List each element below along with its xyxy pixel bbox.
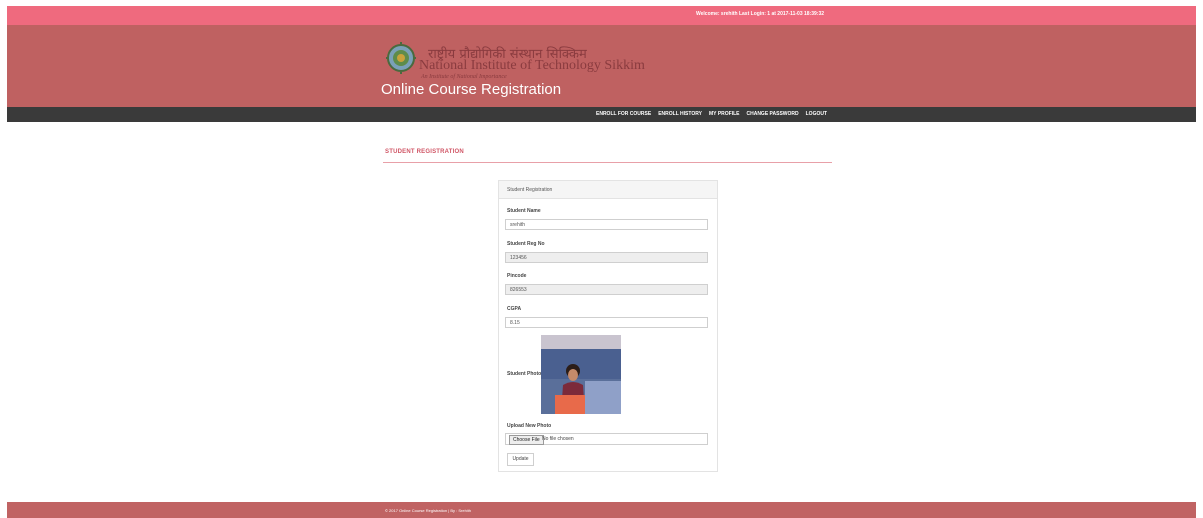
photo-file-input[interactable]: Choose File No file chosen xyxy=(505,433,708,445)
institute-subtitle: An Institute of National Importance xyxy=(421,74,507,80)
student-photo xyxy=(541,335,621,414)
institute-logo-icon xyxy=(386,42,416,74)
upload-photo-label: Upload New Photo xyxy=(507,423,552,429)
welcome-text: Welcome: srehith Last Login: 1 at 2017-1… xyxy=(696,11,825,17)
student-photo-label: Student Photo xyxy=(507,371,542,377)
panel-title: Student Registration xyxy=(507,187,553,193)
footer-text: © 2017 Online Course Registration | By :… xyxy=(385,508,472,513)
title-divider xyxy=(383,162,832,163)
choose-file-button[interactable]: Choose File xyxy=(509,435,544,445)
pincode-input[interactable] xyxy=(505,284,708,295)
reg-no-label: Student Reg No xyxy=(507,241,545,247)
update-button[interactable]: Update xyxy=(507,453,534,466)
file-status-text: No file chosen xyxy=(542,436,574,442)
cgpa-input[interactable] xyxy=(505,317,708,328)
footer: © 2017 Online Course Registration | By :… xyxy=(7,502,1196,518)
header: राष्ट्रीय प्रौद्योगिकी संस्थान सिक्किम N… xyxy=(7,25,1196,107)
nav-enroll-history[interactable]: ENROLL HISTORY xyxy=(658,111,702,117)
registration-panel: Student Registration Student Name Studen… xyxy=(498,180,718,472)
student-name-input[interactable] xyxy=(505,219,708,230)
page-title: STUDENT REGISTRATION xyxy=(385,149,464,155)
nav-enroll-for-course[interactable]: ENROLL FOR COURSE xyxy=(596,111,651,117)
nav-my-profile[interactable]: MY PROFILE xyxy=(709,111,739,117)
top-bar: Welcome: srehith Last Login: 1 at 2017-1… xyxy=(7,6,1196,25)
student-name-label: Student Name xyxy=(507,208,541,214)
nav-change-password[interactable]: CHANGE PASSWORD xyxy=(746,111,798,117)
reg-no-input[interactable] xyxy=(505,252,708,263)
main-nav: ENROLL FOR COURSE ENROLL HISTORY MY PROF… xyxy=(7,107,1196,122)
pincode-label: Pincode xyxy=(507,273,527,279)
app-title: Online Course Registration xyxy=(381,81,562,98)
nav-logout[interactable]: LOGOUT xyxy=(806,111,827,117)
cgpa-label: CGPA xyxy=(507,306,522,312)
panel-header: Student Registration xyxy=(499,181,717,199)
institute-name: National Institute of Technology Sikkim xyxy=(419,58,645,73)
